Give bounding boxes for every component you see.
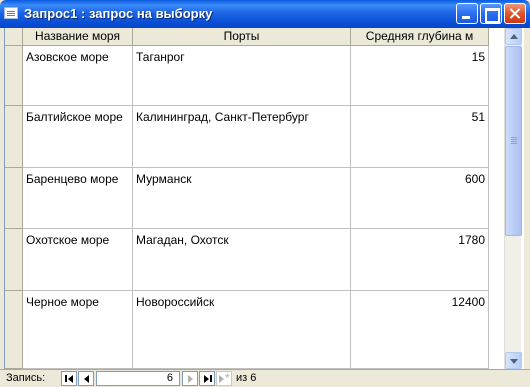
table-cell-depth[interactable]: 600 — [351, 168, 489, 229]
scroll-up-arrow-icon[interactable] — [505, 28, 522, 45]
grip-line — [511, 143, 517, 144]
table-cell-depth[interactable]: 51 — [351, 106, 489, 168]
row-selector[interactable] — [5, 229, 23, 291]
table-cell-name[interactable]: Охотское море — [23, 229, 133, 291]
title-bar[interactable]: Запрос1 : запрос на выборку — [0, 0, 530, 28]
current-record-input[interactable]: 6 — [96, 371, 180, 386]
table-cell-name[interactable]: Баренцево море — [23, 168, 133, 229]
table-cell-depth[interactable]: 15 — [351, 46, 489, 106]
table-cell-name[interactable]: Черное море — [23, 291, 133, 369]
table-cell-depth[interactable]: 12400 — [351, 291, 489, 369]
next-record-icon[interactable] — [182, 371, 198, 386]
previous-record-icon[interactable] — [78, 371, 94, 386]
last-record-icon[interactable] — [199, 371, 215, 386]
vertical-scrollbar[interactable] — [504, 28, 522, 369]
row-selector[interactable] — [5, 106, 23, 168]
table-cell-name[interactable]: Балтийское море — [23, 106, 133, 168]
record-label: Запись: — [6, 372, 46, 384]
column-header-depth[interactable]: Средняя глубина м — [351, 28, 489, 46]
select-all-corner[interactable] — [5, 28, 23, 46]
table-cell-ports[interactable]: Калининград, Санкт-Петербург — [133, 106, 351, 168]
column-header-sea-name[interactable]: Название моря — [23, 28, 133, 46]
table-cell-ports[interactable]: Магадан, Охотск — [133, 229, 351, 291]
new-record-icon[interactable] — [216, 371, 232, 386]
record-navigation-bar: Запись: 6 из 6 — [0, 369, 530, 387]
query-window-icon[interactable] — [4, 7, 18, 19]
table-cell-depth[interactable]: 1780 — [351, 229, 489, 291]
grip-line — [511, 139, 517, 140]
row-selector[interactable] — [5, 168, 23, 229]
column-header-ports[interactable]: Порты — [133, 28, 351, 46]
row-selector[interactable] — [5, 291, 23, 369]
row-selector[interactable] — [5, 46, 23, 106]
window-title: Запрос1 : запрос на выборку — [24, 6, 213, 21]
table-cell-ports[interactable]: Новороссийск — [133, 291, 351, 369]
minimize-button[interactable] — [456, 3, 478, 24]
close-button[interactable] — [504, 3, 526, 24]
table-cell-ports[interactable]: Мурманск — [133, 168, 351, 229]
table-cell-ports[interactable]: Таганрог — [133, 46, 351, 106]
scrollbar-thumb[interactable] — [505, 46, 522, 236]
datasheet-grid: Название моря Порты Средняя глубина м Аз… — [4, 28, 524, 369]
record-count: из 6 — [236, 372, 257, 384]
table-cell-name[interactable]: Азовское море — [23, 46, 133, 106]
scroll-down-arrow-icon[interactable] — [505, 352, 522, 369]
first-record-icon[interactable] — [61, 371, 77, 386]
maximize-button[interactable] — [480, 3, 502, 24]
query-window: Запрос1 : запрос на выборку Название мор… — [0, 0, 530, 387]
grip-line — [511, 141, 517, 142]
grip-line — [511, 137, 517, 138]
